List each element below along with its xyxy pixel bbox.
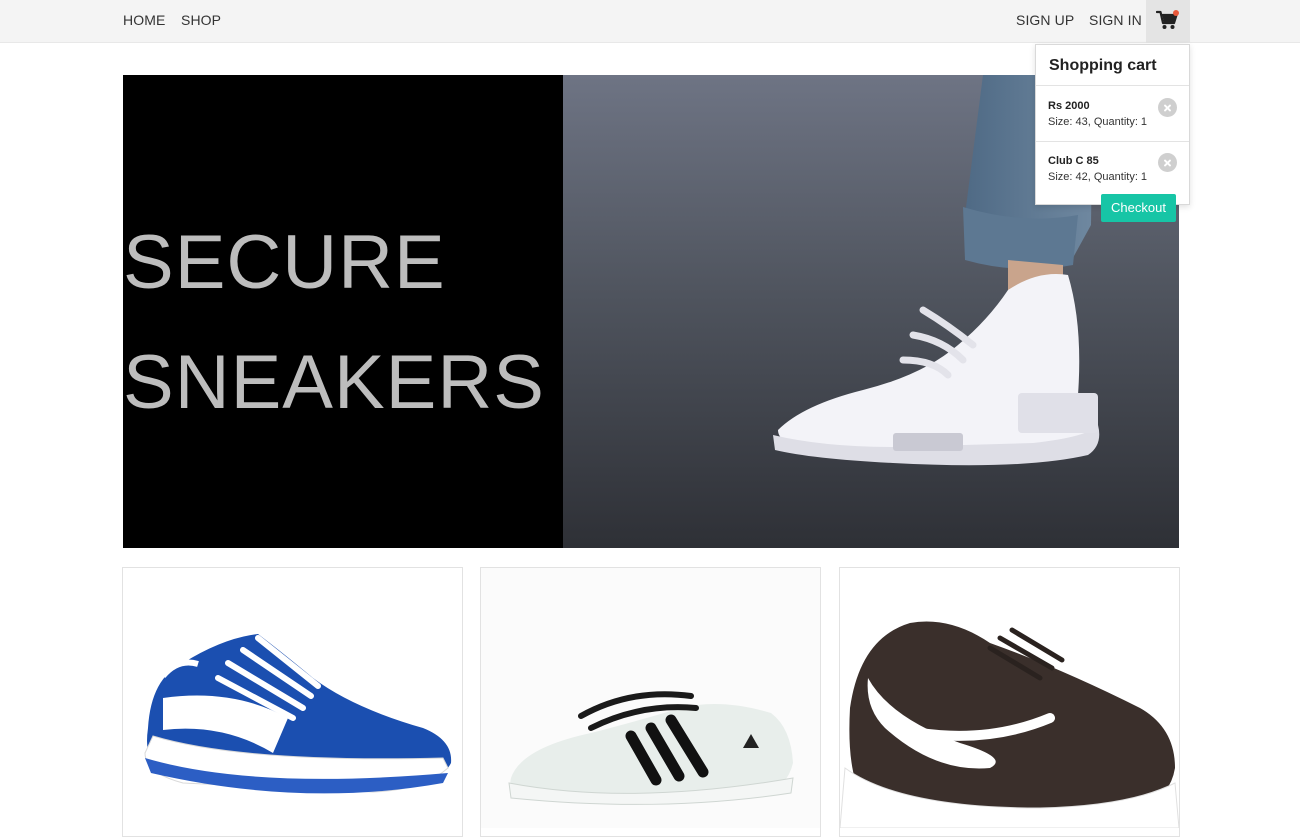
cart-item-2-name: Club C 85 bbox=[1048, 155, 1099, 167]
product-card-1[interactable] bbox=[122, 567, 463, 837]
remove-item-1-button[interactable] bbox=[1158, 98, 1177, 117]
cart-item-1-name: Rs 2000 bbox=[1048, 100, 1090, 112]
product-image-white-sneaker bbox=[481, 568, 820, 828]
hero-title-line1: SECURE bbox=[123, 220, 446, 305]
nav-sign-up-link[interactable]: SIGN UP bbox=[1016, 12, 1074, 28]
product-card-3[interactable] bbox=[839, 567, 1180, 837]
hero-title-line2: SNEAKERS bbox=[123, 340, 545, 425]
nav-shop-link[interactable]: SHOP bbox=[181, 12, 221, 28]
cart-divider bbox=[1036, 85, 1189, 86]
remove-item-2-button[interactable] bbox=[1158, 153, 1177, 172]
product-image-blue-sneaker bbox=[144, 634, 452, 794]
cart-divider bbox=[1036, 141, 1189, 142]
cart-item-2-meta: Size: 42, Quantity: 1 bbox=[1048, 171, 1148, 183]
checkout-button[interactable]: Checkout bbox=[1101, 194, 1176, 222]
hero-banner: SECURE SNEAKERS bbox=[123, 75, 1179, 548]
product-image-black-sneaker bbox=[840, 621, 1179, 829]
cart-item-1-meta: Size: 43, Quantity: 1 bbox=[1048, 116, 1148, 128]
cart-dropdown: Shopping cart Rs 2000 Size: 43, Quantity… bbox=[1035, 44, 1190, 205]
top-navbar: HOME SHOP SIGN UP SIGN IN bbox=[0, 0, 1300, 43]
cart-badge bbox=[1173, 10, 1179, 16]
nav-home-link[interactable]: HOME bbox=[123, 12, 165, 28]
nav-sign-in-link[interactable]: SIGN IN bbox=[1089, 12, 1142, 28]
product-card-2[interactable] bbox=[480, 567, 821, 837]
cart-button[interactable] bbox=[1146, 0, 1190, 43]
hero-title: SECURE SNEAKERS bbox=[123, 203, 563, 443]
cart-title: Shopping cart bbox=[1049, 57, 1157, 74]
